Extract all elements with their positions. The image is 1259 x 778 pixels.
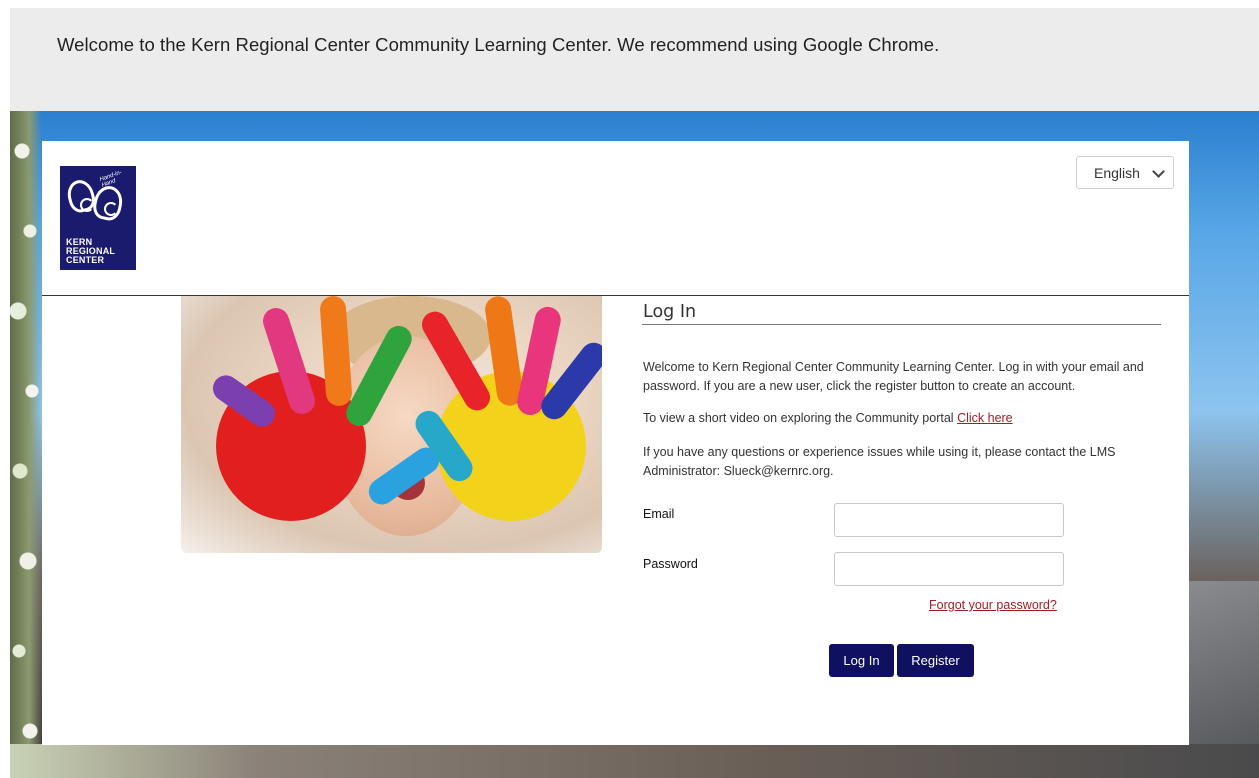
login-button[interactable]: Log In (829, 644, 894, 677)
language-select[interactable]: English (1076, 156, 1174, 189)
swirl-icon (80, 198, 94, 212)
password-label: Password (643, 557, 698, 571)
contact-text: If you have any questions or experience … (643, 445, 1116, 478)
intro-text: Welcome to Kern Regional Center Communit… (643, 360, 1144, 393)
logo-text-line3: CENTER (66, 255, 105, 265)
banner-text: Welcome to the Kern Regional Center Comm… (57, 34, 940, 55)
welcome-banner: Welcome to the Kern Regional Center Comm… (10, 8, 1259, 111)
language-select-value: English (1094, 164, 1140, 181)
hero-image-painted-hands (181, 296, 602, 553)
email-label: Email (643, 507, 675, 521)
password-field[interactable] (834, 552, 1064, 586)
email-field[interactable] (834, 503, 1064, 537)
login-card: English Hand-in-Hand KERN REGIONAL CENTE… (42, 141, 1189, 745)
video-link[interactable]: Click here (957, 411, 1013, 425)
ground (10, 744, 1259, 778)
kern-regional-center-logo: Hand-in-Hand KERN REGIONAL CENTER (60, 166, 136, 270)
page: Welcome to the Kern Regional Center Comm… (0, 0, 1259, 778)
login-title: Log In (643, 302, 697, 322)
swirl-icon (104, 202, 118, 216)
blossom-tree (10, 111, 42, 778)
video-text: To view a short video on exploring the C… (643, 409, 1163, 428)
chevron-down-icon (1152, 165, 1165, 178)
forgot-password-link[interactable]: Forgot your password? (929, 598, 1057, 612)
title-underline (642, 324, 1161, 325)
register-button[interactable]: Register (897, 644, 974, 677)
video-text-label: To view a short video on exploring the C… (643, 411, 954, 425)
logo-tagline: Hand-in-Hand (99, 169, 123, 189)
